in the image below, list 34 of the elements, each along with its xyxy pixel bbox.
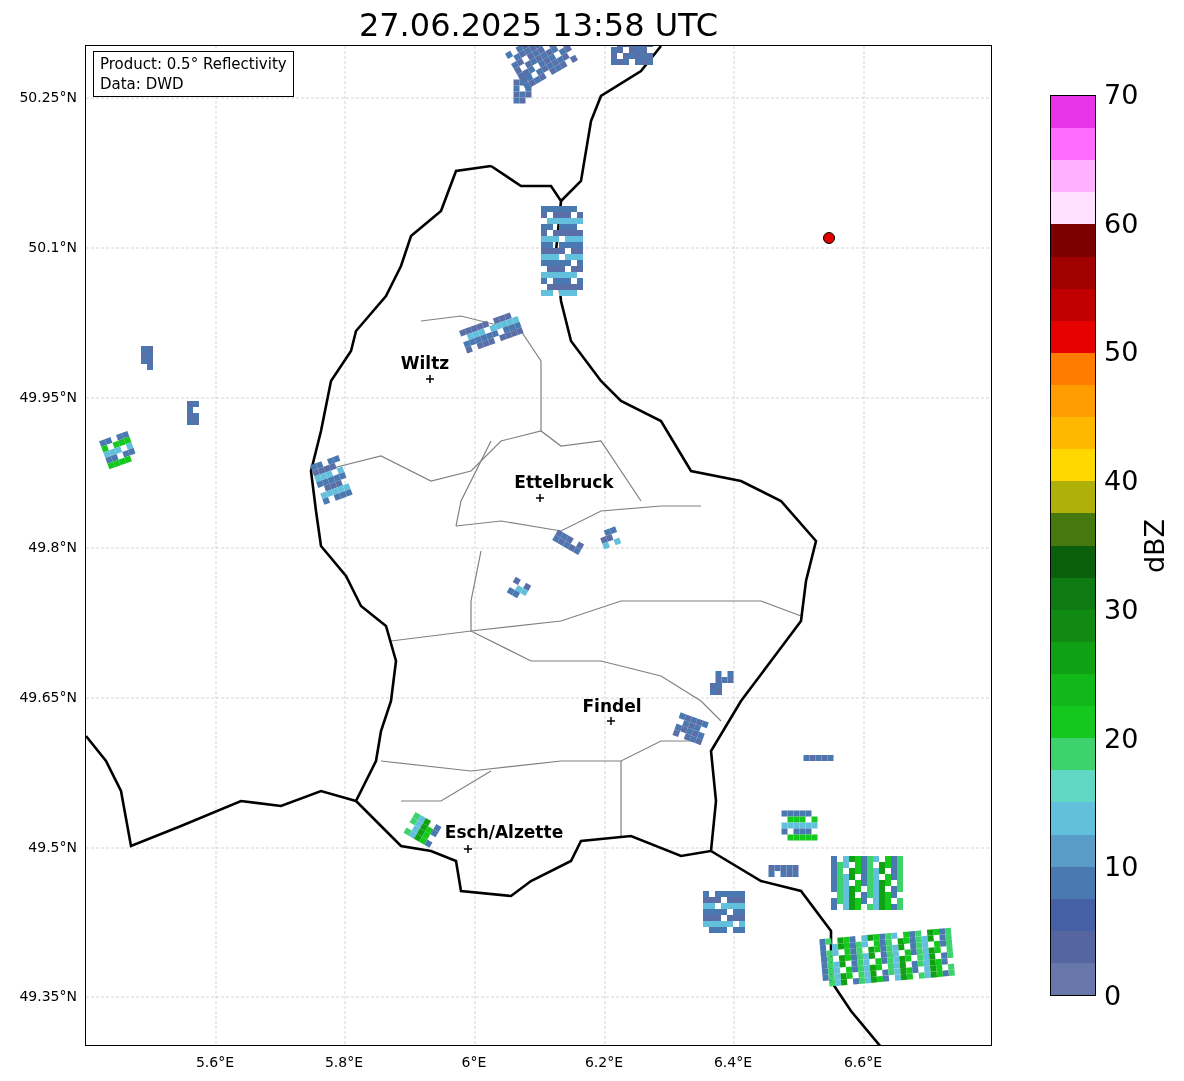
x-tick-label: 5.6°E bbox=[195, 1054, 235, 1070]
radar-site-marker bbox=[823, 232, 835, 244]
y-tick-label: 49.8°N bbox=[28, 539, 77, 555]
city-label: Wiltz bbox=[400, 353, 450, 373]
city-marker-icon bbox=[463, 844, 473, 854]
colorbar-label: dBZ bbox=[1140, 518, 1170, 573]
colorbar-tick-label: 60 bbox=[1104, 208, 1139, 239]
city-label: Esch/Alzette bbox=[444, 822, 564, 842]
chart-title: 27.06.2025 13:58 UTC bbox=[358, 5, 719, 45]
colorbar-tick-label: 10 bbox=[1104, 852, 1139, 883]
y-tick-label: 49.35°N bbox=[19, 988, 77, 1004]
y-tick-label: 50.1°N bbox=[28, 239, 77, 255]
colorbar-tick-label: 40 bbox=[1104, 466, 1139, 497]
city-label: Ettelbruck bbox=[514, 472, 614, 492]
colorbar-tick-label: 20 bbox=[1104, 723, 1139, 754]
x-tick-label: 5.8°E bbox=[324, 1054, 364, 1070]
y-tick-label: 49.65°N bbox=[19, 689, 77, 705]
colorbar-tick-label: 50 bbox=[1104, 337, 1139, 368]
city-label: Findel bbox=[582, 696, 642, 716]
colorbar-tick-label: 30 bbox=[1104, 594, 1139, 625]
x-tick-label: 6°E bbox=[461, 1054, 487, 1070]
x-tick-label: 6.4°E bbox=[713, 1054, 753, 1070]
colorbar-tick-label: 70 bbox=[1104, 80, 1139, 110]
city-marker-icon bbox=[606, 716, 616, 726]
y-tick-label: 50.25°N bbox=[19, 89, 77, 105]
y-tick-label: 49.5°N bbox=[28, 839, 77, 855]
y-tick-label: 49.95°N bbox=[19, 389, 77, 405]
info-text: Data: DWD bbox=[100, 74, 185, 94]
city-marker-icon bbox=[425, 374, 435, 384]
info-text: Product: 0.5° Reflectivity bbox=[100, 54, 287, 74]
colorbar-tick-label: 0 bbox=[1104, 981, 1122, 1011]
x-tick-label: 6.2°E bbox=[584, 1054, 624, 1070]
x-tick-label: 6.6°E bbox=[843, 1054, 883, 1070]
city-marker-icon bbox=[535, 493, 545, 503]
